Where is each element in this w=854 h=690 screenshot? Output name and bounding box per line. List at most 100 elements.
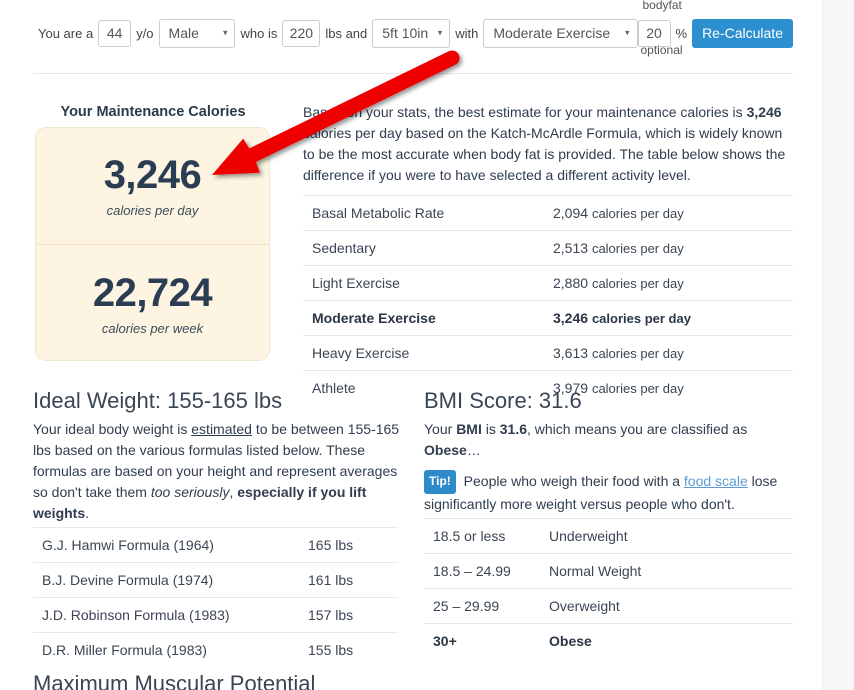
row-value-unit: calories per day <box>591 311 691 326</box>
activity-table-body: Basal Metabolic Rate 2,094 calories per d… <box>303 195 793 405</box>
height-select[interactable]: 5ft 10in ▾ <box>372 18 451 48</box>
maintenance-description-value: 3,246 <box>746 104 782 120</box>
row-label: Light Exercise <box>303 265 553 301</box>
formula-table-body: G.J. Hamwi Formula (1964) 165 lbs B.J. Dev… <box>33 527 398 667</box>
ideal-para-d: . <box>85 505 90 521</box>
bmi-table-body: 18.5 or less Underweight 18.5 – 24.99 Norma… <box>424 518 793 658</box>
bodyfat-optional-label: optional <box>640 42 683 57</box>
row-value: Underweight <box>549 518 793 554</box>
row-value-number: 3,246 <box>553 310 592 326</box>
gender-select-value: Male <box>168 25 199 41</box>
row-value-unit: calories per day <box>591 381 684 396</box>
page-root: You are a y/o Male ▾ who is lbs and 5ft … <box>0 0 854 690</box>
calculator-form-bar: You are a y/o Male ▾ who is lbs and 5ft … <box>33 0 793 58</box>
row-label: J.D. Robinson Formula (1983) <box>33 597 308 633</box>
chevron-down-icon: ▾ <box>222 27 228 38</box>
ideal-weight-heading: Ideal Weight: 155-165 lbs <box>33 388 283 413</box>
row-value-number: 2,094 <box>553 205 592 221</box>
bmi-para-a: Your <box>424 421 457 437</box>
ideal-para-italic: too seriously <box>150 484 230 500</box>
tip-badge: Tip! <box>424 470 456 494</box>
row-value: 155 lbs <box>308 632 398 667</box>
table-row: Moderate Exercise 3,246 calories per day <box>303 300 793 336</box>
age-input[interactable] <box>98 19 132 47</box>
activity-levels-table: Basal Metabolic Rate 2,094 calories per d… <box>303 195 793 405</box>
ideal-para-underline: estimated <box>191 421 252 437</box>
bmi-para-c: , which means you are classified as <box>527 421 748 437</box>
bodyfat-percent-label: % <box>675 25 688 41</box>
row-label: 25 – 29.99 <box>424 588 549 624</box>
row-value-number: 2,880 <box>553 275 592 291</box>
table-row: Basal Metabolic Rate 2,094 calories per d… <box>303 195 793 231</box>
table-row: 30+ Obese <box>424 623 793 658</box>
ideal-weight-formula-table: G.J. Hamwi Formula (1964) 165 lbs B.J. Dev… <box>33 527 398 667</box>
row-label: 18.5 – 24.99 <box>424 553 549 589</box>
table-row: B.J. Devine Formula (1974) 161 lbs <box>33 562 398 598</box>
calories-per-week-value: 22,724 <box>92 270 213 315</box>
row-label: Moderate Exercise <box>303 300 553 336</box>
row-value: Obese <box>549 623 793 658</box>
row-value: 2,094 calories per day <box>553 195 793 231</box>
calories-per-day-value: 3,246 <box>103 153 202 197</box>
bmi-para-bold2: 31.6 <box>499 421 527 437</box>
row-value-number: 3,613 <box>553 345 592 361</box>
bmi-para-d: … <box>466 442 481 458</box>
ideal-para-a: Your ideal body weight is <box>33 421 192 437</box>
row-value: 2,880 calories per day <box>553 265 793 301</box>
row-value: 161 lbs <box>308 562 398 598</box>
row-value: 2,513 calories per day <box>553 230 793 266</box>
bodyfat-group: bodyfat % optional <box>637 0 693 57</box>
maintenance-calories-box: 3,246 calories per day 22,724 calories p… <box>35 127 270 361</box>
calories-per-day-block: 3,246 calories per day <box>36 128 269 245</box>
with-label: with <box>455 25 479 41</box>
table-row: J.D. Robinson Formula (1983) 157 lbs <box>33 597 398 633</box>
re-calculate-button[interactable]: Re-Calculate <box>692 18 793 48</box>
bmi-score-heading: BMI Score: 31.6 <box>424 388 582 413</box>
bmi-classification-table: 18.5 or less Underweight 18.5 – 24.99 Norma… <box>424 518 793 658</box>
content-sheet: You are a y/o Male ▾ who is lbs and 5ft … <box>0 0 823 690</box>
chevron-down-icon: ▾ <box>437 27 443 38</box>
table-row: 18.5 – 24.99 Normal Weight <box>424 553 793 589</box>
row-value-unit: calories per day <box>591 206 684 221</box>
maintenance-description-part2: calories per day based on the Katch-McAr… <box>303 125 786 183</box>
row-value: 3,246 calories per day <box>553 300 793 336</box>
chevron-down-icon: ▾ <box>624 27 630 38</box>
table-row: Light Exercise 2,880 calories per day <box>303 265 793 301</box>
row-value: 165 lbs <box>308 527 398 563</box>
weight-input[interactable] <box>282 19 321 47</box>
row-value-unit: calories per day <box>591 346 684 361</box>
table-row: Sedentary 2,513 calories per day <box>303 230 793 266</box>
maintenance-panel-title: Your Maintenance Calories <box>60 104 246 120</box>
table-row: 18.5 or less Underweight <box>424 518 793 554</box>
max-muscular-potential-heading: Maximum Muscular Potential <box>33 671 316 690</box>
form-prefix-label: You are a <box>38 25 94 41</box>
top-divider <box>33 73 793 74</box>
table-row: 25 – 29.99 Overweight <box>424 588 793 624</box>
bmi-para-b: is <box>481 421 500 437</box>
table-row: G.J. Hamwi Formula (1964) 165 lbs <box>33 527 398 563</box>
row-value-unit: calories per day <box>591 276 684 291</box>
tip-text-a: People who weigh their food with a <box>459 473 684 489</box>
bmi-paragraph: Your BMI is 31.6, which means you are cl… <box>424 419 799 461</box>
row-value: Normal Weight <box>549 553 793 589</box>
row-label: B.J. Devine Formula (1974) <box>33 562 308 598</box>
table-row: D.R. Miller Formula (1983) 155 lbs <box>33 632 398 667</box>
row-value-unit: calories per day <box>591 241 684 256</box>
activity-level-select[interactable]: Moderate Exercise ▾ <box>483 18 638 48</box>
table-row: Heavy Exercise 3,613 calories per day <box>303 335 793 371</box>
row-label: Heavy Exercise <box>303 335 553 371</box>
bmi-para-bold1: BMI <box>456 421 482 437</box>
row-label: Basal Metabolic Rate <box>303 195 553 231</box>
weight-unit-label: lbs and <box>325 25 368 41</box>
row-value: 3,979 calories per day <box>553 370 793 405</box>
row-value: 157 lbs <box>308 597 398 633</box>
activity-select-value: Moderate Exercise <box>493 25 611 41</box>
row-label: D.R. Miller Formula (1983) <box>33 632 308 667</box>
maintenance-description-part1: Based on your stats, the best estimate f… <box>303 104 747 120</box>
food-scale-link[interactable]: food scale <box>684 473 748 489</box>
row-label: G.J. Hamwi Formula (1964) <box>33 527 308 563</box>
calories-per-day-label: calories per day <box>106 203 199 218</box>
gender-select[interactable]: Male ▾ <box>158 18 236 48</box>
ideal-weight-paragraph: Your ideal body weight is estimated to b… <box>33 419 405 524</box>
height-select-value: 5ft 10in <box>382 25 429 41</box>
